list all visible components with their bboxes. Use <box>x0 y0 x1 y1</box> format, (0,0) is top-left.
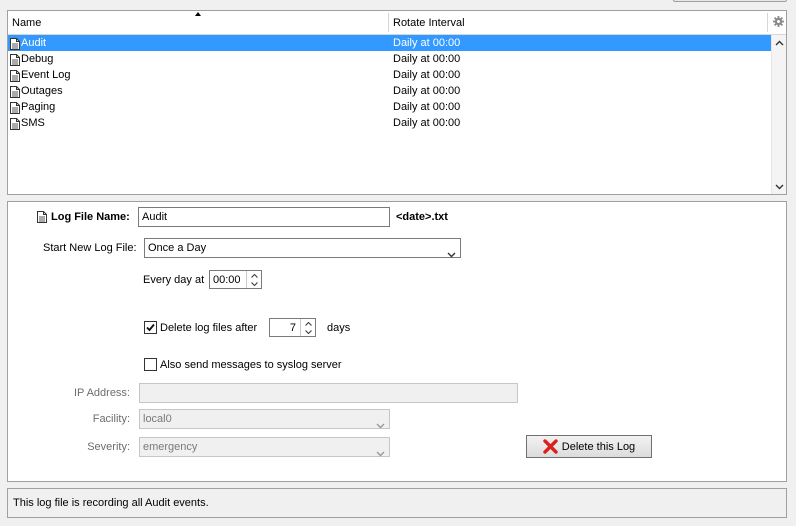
log-file-name-label: Log File Name: <box>51 211 130 223</box>
log-file-suffix: <date>.txt <box>396 211 448 223</box>
table-row[interactable]: Event Log Daily at 00:00 <box>8 67 771 83</box>
row-rotate-interval: Daily at 00:00 <box>393 101 461 113</box>
table-row[interactable]: Audit Daily at 00:00 <box>8 35 771 51</box>
row-rotate-interval: Daily at 00:00 <box>393 85 461 97</box>
table-header: Name Rotate Interval <box>8 11 786 35</box>
facility-dropdown[interactable]: local0 <box>139 409 390 429</box>
ip-address-input[interactable] <box>139 383 518 403</box>
red-x-icon <box>543 439 558 454</box>
column-header-rotate-interval[interactable]: Rotate Interval <box>389 11 767 34</box>
toolbar-button-stub[interactable] <box>673 0 787 2</box>
file-icon <box>37 211 47 226</box>
checkmark-icon <box>146 323 155 332</box>
sort-ascending-icon <box>195 12 201 16</box>
every-day-time-spinner[interactable]: 00:00 <box>209 270 262 289</box>
syslog-label: Also send messages to syslog server <box>160 359 342 371</box>
chevron-down-icon <box>447 246 456 264</box>
syslog-checkbox[interactable] <box>144 358 157 371</box>
row-name: Outages <box>21 85 63 97</box>
ip-address-label: IP Address: <box>73 387 130 399</box>
table-row[interactable]: Paging Daily at 00:00 <box>8 99 771 115</box>
scroll-down-button[interactable] <box>772 179 787 194</box>
row-name: Event Log <box>21 69 71 81</box>
delete-after-days-spinner[interactable]: 7 <box>269 318 316 337</box>
facility-value: local0 <box>143 413 172 425</box>
every-day-label: Every day at <box>143 274 205 286</box>
column-header-name-label: Name <box>12 17 42 29</box>
chevron-up-icon <box>775 37 784 49</box>
row-rotate-interval: Daily at 00:00 <box>393 117 461 129</box>
chevron-down-icon <box>376 445 385 463</box>
row-rotate-interval: Daily at 00:00 <box>393 69 461 81</box>
severity-dropdown[interactable]: emergency <box>139 437 390 457</box>
file-icon <box>10 118 20 135</box>
gear-icon[interactable] <box>773 16 784 30</box>
log-file-name-input[interactable] <box>138 207 390 227</box>
scroll-up-button[interactable] <box>772 35 787 50</box>
row-name: SMS <box>21 117 45 129</box>
delete-log-button-label: Delete this Log <box>561 440 636 453</box>
delete-after-checkbox[interactable] <box>144 321 157 334</box>
table-row[interactable]: SMS Daily at 00:00 <box>8 115 771 131</box>
table-body: Audit Daily at 00:00 Debug Daily at 00:00 Ev… <box>8 35 771 131</box>
status-bar: This log file is recording all Audit eve… <box>7 488 787 518</box>
column-divider[interactable] <box>767 13 768 32</box>
row-rotate-interval: Daily at 00:00 <box>393 53 461 65</box>
vertical-scrollbar[interactable] <box>771 35 786 194</box>
spinner-down-button[interactable] <box>247 279 261 288</box>
facility-label: Facility: <box>92 413 130 425</box>
delete-after-unit: days <box>327 322 351 334</box>
log-details-panel: Log File Name: <date>.txt Start New Log … <box>7 201 787 482</box>
row-rotate-interval: Daily at 00:00 <box>393 37 461 49</box>
days-spinner-buttons <box>300 319 315 336</box>
start-new-log-label: Start New Log File: <box>43 242 137 254</box>
row-name: Debug <box>21 53 54 65</box>
chevron-down-icon <box>376 417 385 435</box>
separator <box>12 346 783 347</box>
delete-after-days-value: 7 <box>289 322 296 334</box>
row-name: Paging <box>21 101 56 113</box>
table-row[interactable]: Debug Daily at 00:00 <box>8 51 771 67</box>
spinner-down-button[interactable] <box>301 327 315 336</box>
start-new-log-dropdown[interactable]: Once a Day <box>144 238 461 258</box>
start-new-log-value: Once a Day <box>148 242 207 254</box>
status-text: This log file is recording all Audit eve… <box>13 497 209 509</box>
chevron-down-icon <box>775 181 784 193</box>
table-row[interactable]: Outages Daily at 00:00 <box>8 83 771 99</box>
row-name: Audit <box>21 37 47 49</box>
time-spinner-buttons <box>246 271 261 288</box>
every-day-time-value: 00:00 <box>213 274 241 286</box>
delete-after-label: Delete log files after <box>160 322 258 334</box>
log-table: Name Rotate Interval Audit Daily at 00:00… <box>7 10 787 195</box>
delete-log-button[interactable]: Delete this Log <box>526 435 652 458</box>
column-header-rotate-interval-label: Rotate Interval <box>393 17 465 29</box>
severity-label: Severity: <box>87 441 130 453</box>
severity-value: emergency <box>143 441 198 453</box>
